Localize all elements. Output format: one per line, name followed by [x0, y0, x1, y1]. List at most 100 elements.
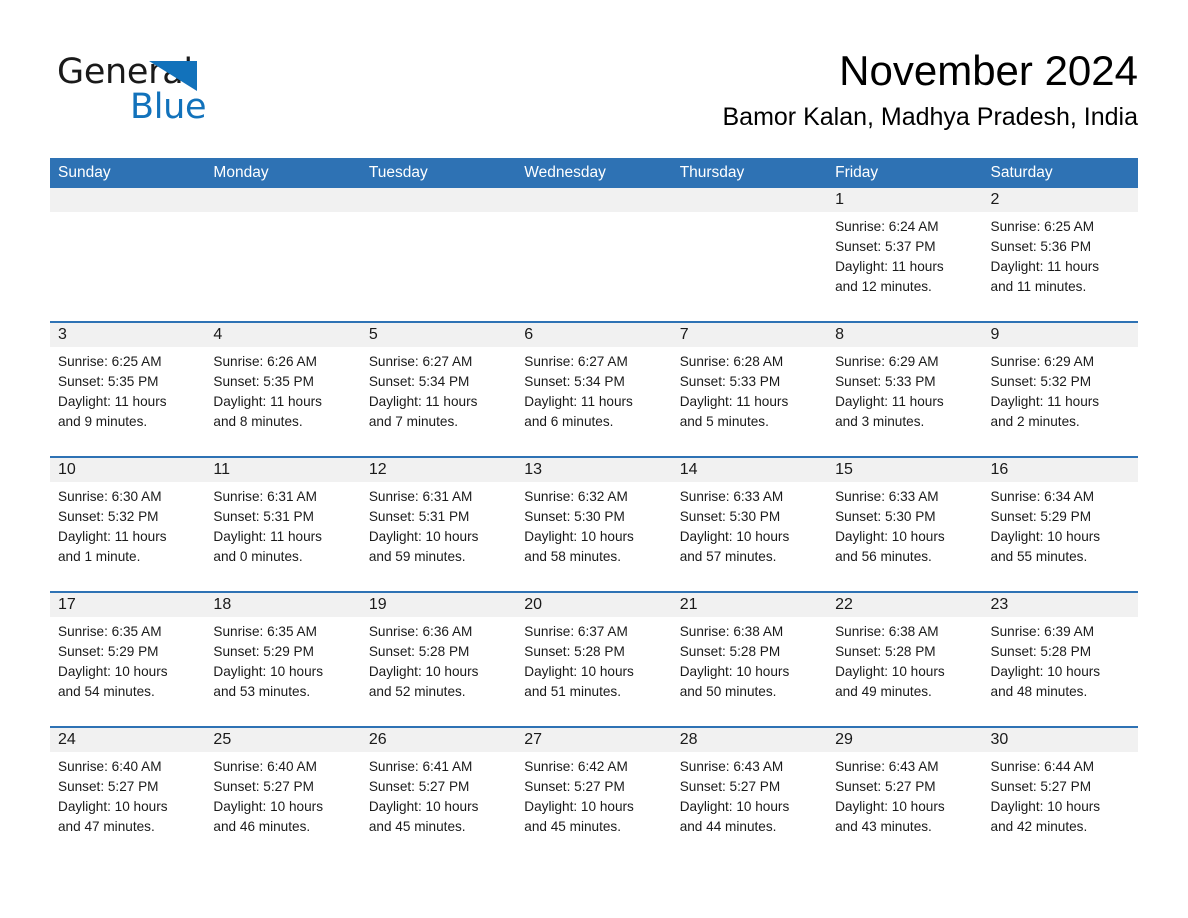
day-details: Sunrise: 6:43 AM Sunset: 5:27 PM Dayligh…	[827, 752, 982, 837]
weekday-header-row: Sunday Monday Tuesday Wednesday Thursday…	[50, 158, 1138, 188]
day-cell[interactable]: 12 Sunrise: 6:31 AM Sunset: 5:31 PM Dayl…	[360, 458, 517, 591]
sunrise-text: Sunrise: 6:30 AM	[58, 489, 162, 504]
day-cell[interactable]: 20 Sunrise: 6:37 AM Sunset: 5:28 PM Dayl…	[516, 593, 672, 726]
sunset-text: Sunset: 5:29 PM	[213, 644, 314, 659]
sunset-text: Sunset: 5:35 PM	[58, 374, 159, 389]
daylight-text-line1: Daylight: 10 hours	[990, 799, 1101, 814]
day-number	[360, 188, 517, 212]
generalblue-logo[interactable]: General Blue	[57, 55, 317, 135]
day-cell[interactable]: 10 Sunrise: 6:30 AM Sunset: 5:32 PM Dayl…	[50, 458, 206, 591]
day-details: Sunrise: 6:31 AM Sunset: 5:31 PM Dayligh…	[205, 482, 360, 567]
daylight-text-line2: and 58 minutes.	[524, 549, 621, 564]
day-cell[interactable]: 2 Sunrise: 6:25 AM Sunset: 5:36 PM Dayli…	[982, 188, 1138, 321]
day-cell[interactable]: 8 Sunrise: 6:29 AM Sunset: 5:33 PM Dayli…	[827, 323, 983, 456]
day-cell[interactable]: 19 Sunrise: 6:36 AM Sunset: 5:28 PM Dayl…	[360, 593, 517, 726]
daylight-text-line2: and 7 minutes.	[368, 414, 459, 429]
week-row: 3 Sunrise: 6:25 AM Sunset: 5:35 PM Dayli…	[50, 321, 1138, 456]
day-number: 22	[827, 593, 983, 617]
sunset-text: Sunset: 5:33 PM	[679, 374, 781, 389]
day-details: Sunrise: 6:25 AM Sunset: 5:35 PM Dayligh…	[50, 347, 205, 432]
day-cell[interactable]: 18 Sunrise: 6:35 AM Sunset: 5:29 PM Dayl…	[205, 593, 361, 726]
daylight-text-line1: Daylight: 11 hours	[524, 394, 633, 409]
day-number: 25	[205, 728, 361, 752]
day-cell[interactable]: 4 Sunrise: 6:26 AM Sunset: 5:35 PM Dayli…	[205, 323, 361, 456]
daylight-text-line1: Daylight: 11 hours	[213, 529, 322, 544]
sunset-text: Sunset: 5:31 PM	[368, 509, 470, 524]
day-number	[516, 188, 672, 212]
sunrise-text: Sunrise: 6:27 AM	[524, 354, 628, 369]
page-header: General Blue November 2024 Bamor Kalan, …	[0, 0, 1188, 158]
daylight-text-line1: Daylight: 10 hours	[835, 799, 945, 814]
weekday-header-tuesday: Tuesday	[368, 164, 428, 181]
day-cell[interactable]: 16 Sunrise: 6:34 AM Sunset: 5:29 PM Dayl…	[982, 458, 1138, 591]
day-number: 1	[827, 188, 983, 212]
day-cell[interactable]: 9 Sunrise: 6:29 AM Sunset: 5:32 PM Dayli…	[982, 323, 1138, 456]
daylight-text-line2: and 55 minutes.	[990, 549, 1088, 564]
calendar-grid: Sunday Monday Tuesday Wednesday Thursday…	[50, 158, 1138, 861]
day-cell[interactable]: 28 Sunrise: 6:43 AM Sunset: 5:27 PM Dayl…	[671, 728, 828, 861]
daylight-text-line2: and 44 minutes.	[679, 819, 777, 834]
daylight-text-line1: Daylight: 10 hours	[835, 529, 945, 544]
day-number: 27	[516, 728, 672, 752]
sunrise-text: Sunrise: 6:32 AM	[524, 489, 628, 504]
day-cell[interactable]	[516, 188, 672, 321]
day-cell[interactable]: 7 Sunrise: 6:28 AM Sunset: 5:33 PM Dayli…	[671, 323, 828, 456]
daylight-text-line2: and 42 minutes.	[990, 819, 1088, 834]
day-cell[interactable]	[205, 188, 361, 321]
sunrise-text: Sunrise: 6:37 AM	[524, 624, 628, 639]
day-details: Sunrise: 6:27 AM Sunset: 5:34 PM Dayligh…	[361, 347, 516, 432]
sunset-text: Sunset: 5:27 PM	[368, 779, 470, 794]
sunrise-text: Sunrise: 6:26 AM	[213, 354, 317, 369]
weekday-header-wednesday: Wednesday	[524, 164, 606, 181]
day-cell[interactable]: 23 Sunrise: 6:39 AM Sunset: 5:28 PM Dayl…	[982, 593, 1138, 726]
day-number: 21	[671, 593, 828, 617]
sunrise-text: Sunrise: 6:25 AM	[990, 219, 1095, 234]
day-details: Sunrise: 6:35 AM Sunset: 5:29 PM Dayligh…	[205, 617, 360, 702]
day-cell[interactable]: 14 Sunrise: 6:33 AM Sunset: 5:30 PM Dayl…	[671, 458, 828, 591]
daylight-text-line1: Daylight: 11 hours	[58, 529, 167, 544]
sunset-text: Sunset: 5:37 PM	[835, 239, 936, 254]
daylight-text-line2: and 11 minutes.	[990, 279, 1087, 294]
day-cell[interactable]: 13 Sunrise: 6:32 AM Sunset: 5:30 PM Dayl…	[516, 458, 672, 591]
day-number: 29	[827, 728, 983, 752]
day-details: Sunrise: 6:30 AM Sunset: 5:32 PM Dayligh…	[50, 482, 205, 567]
day-cell[interactable]: 24 Sunrise: 6:40 AM Sunset: 5:27 PM Dayl…	[50, 728, 206, 861]
day-cell[interactable]: 17 Sunrise: 6:35 AM Sunset: 5:29 PM Dayl…	[50, 593, 206, 726]
day-details: Sunrise: 6:29 AM Sunset: 5:32 PM Dayligh…	[983, 347, 1138, 432]
daylight-text-line1: Daylight: 11 hours	[835, 394, 944, 409]
day-cell[interactable]: 15 Sunrise: 6:33 AM Sunset: 5:30 PM Dayl…	[827, 458, 983, 591]
day-cell[interactable]: 21 Sunrise: 6:38 AM Sunset: 5:28 PM Dayl…	[671, 593, 828, 726]
sunrise-text: Sunrise: 6:43 AM	[679, 759, 784, 774]
sunrise-text: Sunrise: 6:40 AM	[58, 759, 162, 774]
day-cell[interactable]: 1 Sunrise: 6:24 AM Sunset: 5:37 PM Dayli…	[827, 188, 983, 321]
weekday-header-thursday: Thursday	[679, 164, 745, 181]
day-details: Sunrise: 6:37 AM Sunset: 5:28 PM Dayligh…	[516, 617, 671, 702]
sunrise-text: Sunrise: 6:29 AM	[835, 354, 939, 369]
day-cell[interactable]: 26 Sunrise: 6:41 AM Sunset: 5:27 PM Dayl…	[360, 728, 517, 861]
sunset-text: Sunset: 5:29 PM	[58, 644, 159, 659]
sunset-text: Sunset: 5:27 PM	[990, 779, 1092, 794]
day-cell[interactable]	[671, 188, 828, 321]
day-cell[interactable]: 3 Sunrise: 6:25 AM Sunset: 5:35 PM Dayli…	[50, 323, 206, 456]
day-cell[interactable]: 27 Sunrise: 6:42 AM Sunset: 5:27 PM Dayl…	[516, 728, 672, 861]
day-cell[interactable]: 6 Sunrise: 6:27 AM Sunset: 5:34 PM Dayli…	[516, 323, 672, 456]
day-cell[interactable]: 30 Sunrise: 6:44 AM Sunset: 5:27 PM Dayl…	[982, 728, 1138, 861]
day-cell[interactable]: 11 Sunrise: 6:31 AM Sunset: 5:31 PM Dayl…	[205, 458, 361, 591]
day-number: 14	[671, 458, 828, 482]
day-cell[interactable]: 22 Sunrise: 6:38 AM Sunset: 5:28 PM Dayl…	[827, 593, 983, 726]
week-row: 24 Sunrise: 6:40 AM Sunset: 5:27 PM Dayl…	[50, 726, 1138, 861]
day-details: Sunrise: 6:29 AM Sunset: 5:33 PM Dayligh…	[827, 347, 982, 432]
day-cell[interactable]: 29 Sunrise: 6:43 AM Sunset: 5:27 PM Dayl…	[827, 728, 983, 861]
week-row: 10 Sunrise: 6:30 AM Sunset: 5:32 PM Dayl…	[50, 456, 1138, 591]
day-number: 26	[360, 728, 517, 752]
sunrise-text: Sunrise: 6:33 AM	[835, 489, 939, 504]
sunrise-text: Sunrise: 6:25 AM	[58, 354, 162, 369]
day-cell[interactable]: 5 Sunrise: 6:27 AM Sunset: 5:34 PM Dayli…	[360, 323, 517, 456]
day-cell[interactable]	[50, 188, 206, 321]
daylight-text-line2: and 45 minutes.	[524, 819, 621, 834]
day-cell[interactable]	[360, 188, 517, 321]
day-cell[interactable]: 25 Sunrise: 6:40 AM Sunset: 5:27 PM Dayl…	[205, 728, 361, 861]
sunrise-text: Sunrise: 6:38 AM	[835, 624, 939, 639]
weekday-header-friday: Friday	[835, 164, 879, 181]
daylight-text-line2: and 12 minutes.	[835, 279, 932, 294]
